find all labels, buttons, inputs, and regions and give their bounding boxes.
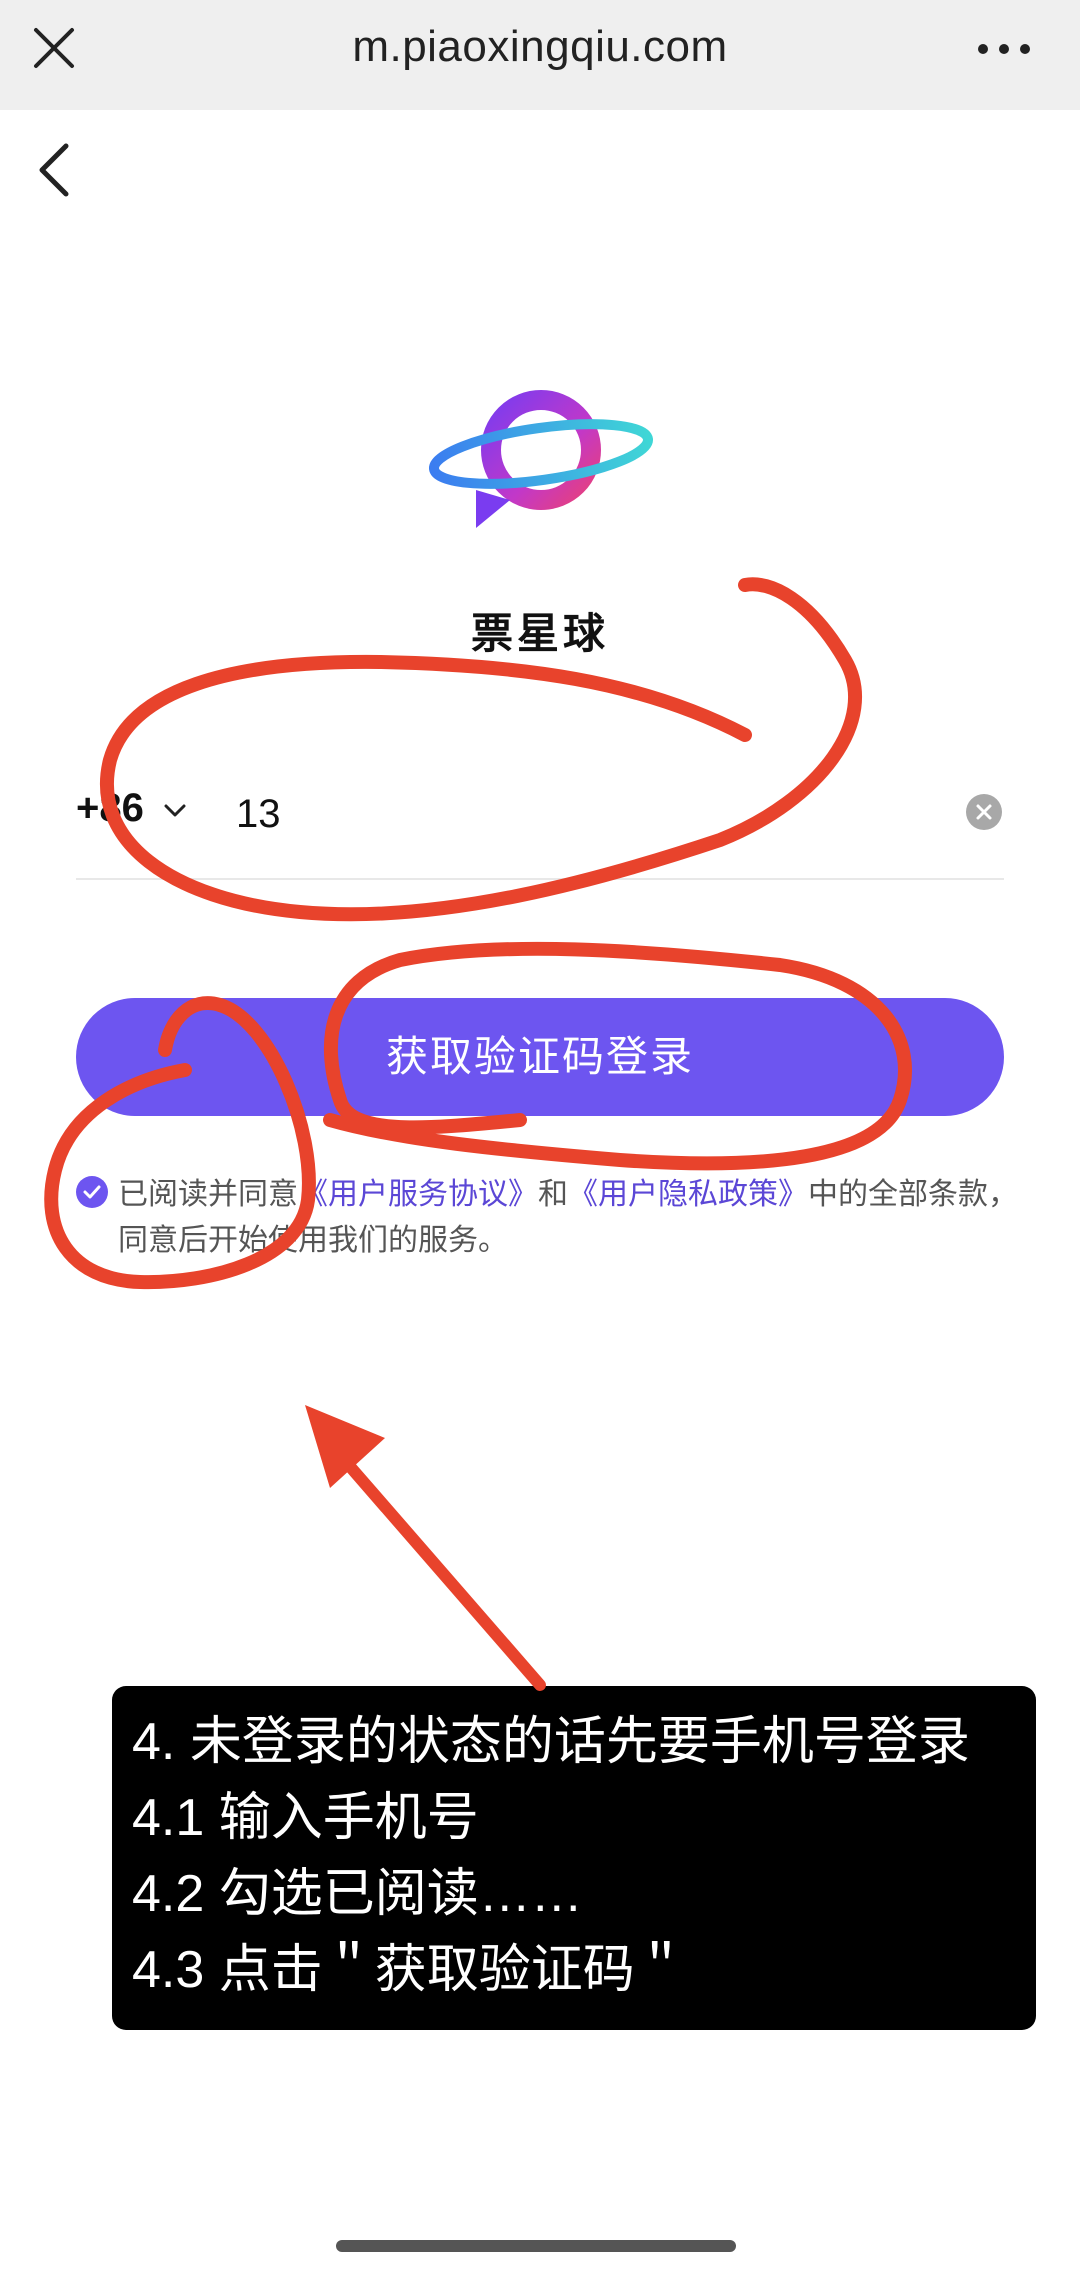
agreement-prefix: 已阅读并同意 [118,1178,298,1211]
note-line-4: 4.3 点击＂获取验证码＂ [132,1941,687,1999]
back-icon[interactable] [36,142,76,198]
agreement-checkbox[interactable] [76,1176,108,1208]
country-code[interactable]: +86 [76,786,144,831]
phone-input[interactable] [236,784,856,844]
more-icon[interactable] [976,42,1032,56]
browser-topbar: m.piaoxingqiu.com [0,0,1080,110]
note-line-2: 4.1 输入手机号 [132,1789,479,1847]
app-logo [428,390,654,528]
terms-link[interactable]: 《用户服务协议》 [298,1178,538,1211]
check-icon [83,1185,101,1199]
annotation-arrow [305,1405,546,1691]
home-indicator [336,2240,736,2252]
note-line-1: 4. 未登录的状态的话先要手机号登录 [132,1713,970,1771]
app-name: 票星球 [470,610,609,657]
agreement-text: 已阅读并同意《用户服务协议》和《用户隐私政策》中的全部条款，同意后开始使用我们的… [118,1172,1018,1264]
agreement-conjunction: 和 [538,1178,568,1211]
clear-icon [976,804,992,820]
instruction-note: 4. 未登录的状态的话先要手机号登录 4.1 输入手机号 4.2 勾选已阅读……… [112,1686,1036,2030]
get-code-login-button[interactable]: 获取验证码登录 [76,998,1004,1116]
chevron-down-icon[interactable] [164,804,186,818]
note-line-3: 4.2 勾选已阅读…… [132,1865,583,1923]
privacy-link[interactable]: 《用户隐私政策》 [568,1178,808,1211]
browser-url: m.piaoxingqiu.com [352,22,728,71]
clear-button[interactable] [966,794,1002,830]
phone-row: +86 [76,768,1004,880]
